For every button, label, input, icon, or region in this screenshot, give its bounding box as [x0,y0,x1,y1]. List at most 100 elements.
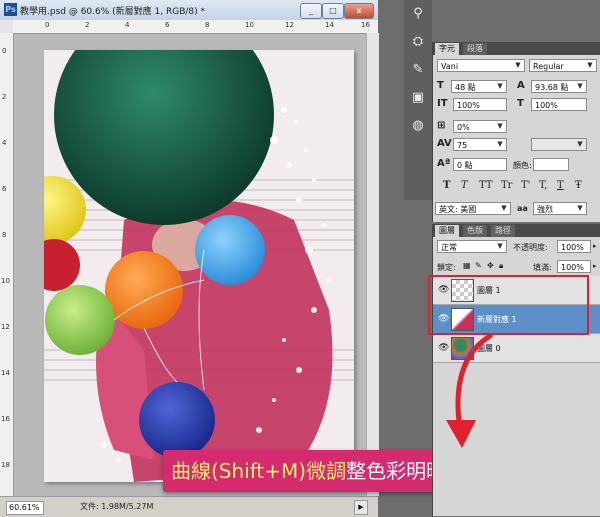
ruler-label: 6 [2,185,7,193]
kerning-field[interactable]: ▼ [531,138,587,151]
close-button[interactable]: x [344,3,374,19]
chevron-down-icon: ▼ [515,61,521,69]
ruler-label: 10 [245,21,254,29]
ruler-label: 0 [45,21,50,29]
document-title: 教學用.psd @ 60.6% (新層對應 1, RGB/8) * [20,7,206,17]
ruler-label: 0 [2,47,7,55]
ruler-label: 14 [325,21,334,29]
status-bar: 60.61% 文件: 1.98M/5.27M ▶ [0,496,378,517]
small-caps-button[interactable]: Tr [501,180,512,191]
strikethrough-button[interactable]: Ŧ [575,180,582,191]
underline-button[interactable]: T [557,180,564,191]
tab-paths[interactable]: 路徑 [491,225,515,237]
subscript-button[interactable]: T, [539,180,547,191]
puppet-tool-icon[interactable]: ⚲ [408,4,428,24]
canvas-area[interactable] [14,34,378,496]
font-style-value: Regular [533,62,564,71]
tracking-value: 75 [457,141,468,150]
horizontal-scale-field[interactable]: 100% [531,98,587,111]
photoshop-icon: Ps [4,3,17,16]
tab-channels[interactable]: 色版 [463,225,487,237]
ruler-label: 12 [1,323,10,331]
language-select[interactable]: 英文: 美國 ▼ [435,202,511,215]
tab-paragraph[interactable]: 段落 [463,43,487,55]
scroll-right-button[interactable]: ▶ [354,500,368,515]
document-window: Ps 教學用.psd @ 60.6% (新層對應 1, RGB/8) * _ □… [0,0,379,517]
language-value: 英文: 美國 [439,205,477,214]
lock-position-icon[interactable]: ✥ [487,261,494,270]
ruler-label: 18 [1,461,10,469]
styles-icon[interactable]: ◍ [408,116,428,136]
font-style-select[interactable]: Regular ▼ [529,59,597,72]
clone-source-icon[interactable]: ⛭ [408,32,428,52]
ruler-label: 4 [125,21,130,29]
chevron-down-icon: ▼ [587,61,593,69]
superscript-button[interactable]: T' [521,180,530,191]
chevron-down-icon: ▼ [497,140,503,148]
leading-value: 93.68 點 [535,83,569,92]
vertical-ruler[interactable]: 0 2 4 6 8 10 12 14 16 18 [0,33,14,496]
horizontal-scale-icon: T [517,98,524,109]
chevron-down-icon: ▼ [501,204,507,212]
ruler-label: 10 [1,277,10,285]
font-size-field[interactable]: 48 點 ▼ [451,80,507,93]
ruler-label: 2 [85,21,90,29]
brush-palette-icon[interactable]: ✎ [408,60,428,80]
tab-character[interactable]: 字元 [435,43,459,55]
lock-label: 鎖定: [437,263,456,272]
opacity-field[interactable]: 100% [557,240,591,253]
all-caps-button[interactable]: TT [479,180,493,191]
ruler-label: 4 [2,139,7,147]
faux-italic-button[interactable]: T [461,180,468,191]
character-panel: 字元 段落 Vani ▼ Regular ▼ T 48 點 ▼ A 93.68 點 ▼ … [432,42,600,222]
ruler-corner[interactable] [0,20,14,34]
maximize-button[interactable]: □ [322,3,344,19]
opacity-dropdown-icon[interactable]: ▸ [593,242,597,250]
document-size-info[interactable]: 文件: 1.98M/5.27M [80,501,153,512]
fill-dropdown-icon[interactable]: ▸ [593,262,597,270]
text-color-swatch[interactable] [533,158,569,171]
faux-bold-button[interactable]: T [443,180,450,191]
horizontal-ruler[interactable]: 0 2 4 6 8 10 12 14 16 [13,20,378,34]
anti-alias-value: 強烈 [537,205,553,214]
chevron-down-icon: ▼ [497,122,503,130]
fill-field[interactable]: 100% [557,260,591,273]
font-size-icon: T [437,80,444,91]
anti-alias-select[interactable]: 強烈 ▼ [533,202,587,215]
color-label: 顏色: [513,161,532,170]
anti-alias-label: aa [517,204,528,213]
tsume-field[interactable]: 0% ▼ [453,120,507,133]
zoom-field[interactable]: 60.61% [6,501,44,515]
font-size-value: 48 點 [455,83,476,92]
ruler-label: 12 [285,21,294,29]
ruler-label: 14 [1,369,10,377]
chevron-down-icon: ▼ [577,82,583,90]
vertical-scale-field[interactable]: 100% [453,98,507,111]
document-titlebar[interactable]: Ps 教學用.psd @ 60.6% (新層對應 1, RGB/8) * _ □… [0,0,378,21]
tab-layers[interactable]: 圖層 [435,225,459,237]
lock-transparency-icon[interactable]: ▦ [463,261,471,270]
leading-field[interactable]: 93.68 點 ▼ [531,80,587,93]
chevron-down-icon: ▼ [577,140,583,148]
annotation-arrow [446,333,493,448]
baseline-shift-field[interactable]: 0 點 [453,158,507,171]
document-canvas-image[interactable] [44,50,354,482]
vertical-scale-icon: IT [437,98,448,109]
callout-highlight: 曲線(Shift+M)微調 [171,459,347,483]
tracking-field[interactable]: 75 ▼ [453,138,507,151]
swatches-icon[interactable]: ▣ [408,88,428,108]
leading-icon: A [517,80,525,91]
chevron-down-icon: ▼ [497,242,503,250]
character-panel-tabs: 字元 段落 [433,42,600,55]
lock-all-icon[interactable]: 🔒︎ [499,261,503,271]
minimize-button[interactable]: _ [300,3,322,19]
font-family-select[interactable]: Vani ▼ [437,59,525,72]
panel-dock-strip: ⚲ ⛭ ✎ ▣ ◍ [404,0,432,200]
type-style-buttons: T T TT Tr T' T, T Ŧ [443,180,599,194]
layers-panel-tabs: 圖層 色版 路徑 [433,224,600,237]
blend-mode-select[interactable]: 正常 ▼ [437,240,507,253]
tsume-icon: ⊞ [437,120,446,131]
lock-image-icon[interactable]: ✎ [475,261,482,270]
blend-mode-value: 正常 [441,243,457,252]
ruler-label: 6 [165,21,170,29]
